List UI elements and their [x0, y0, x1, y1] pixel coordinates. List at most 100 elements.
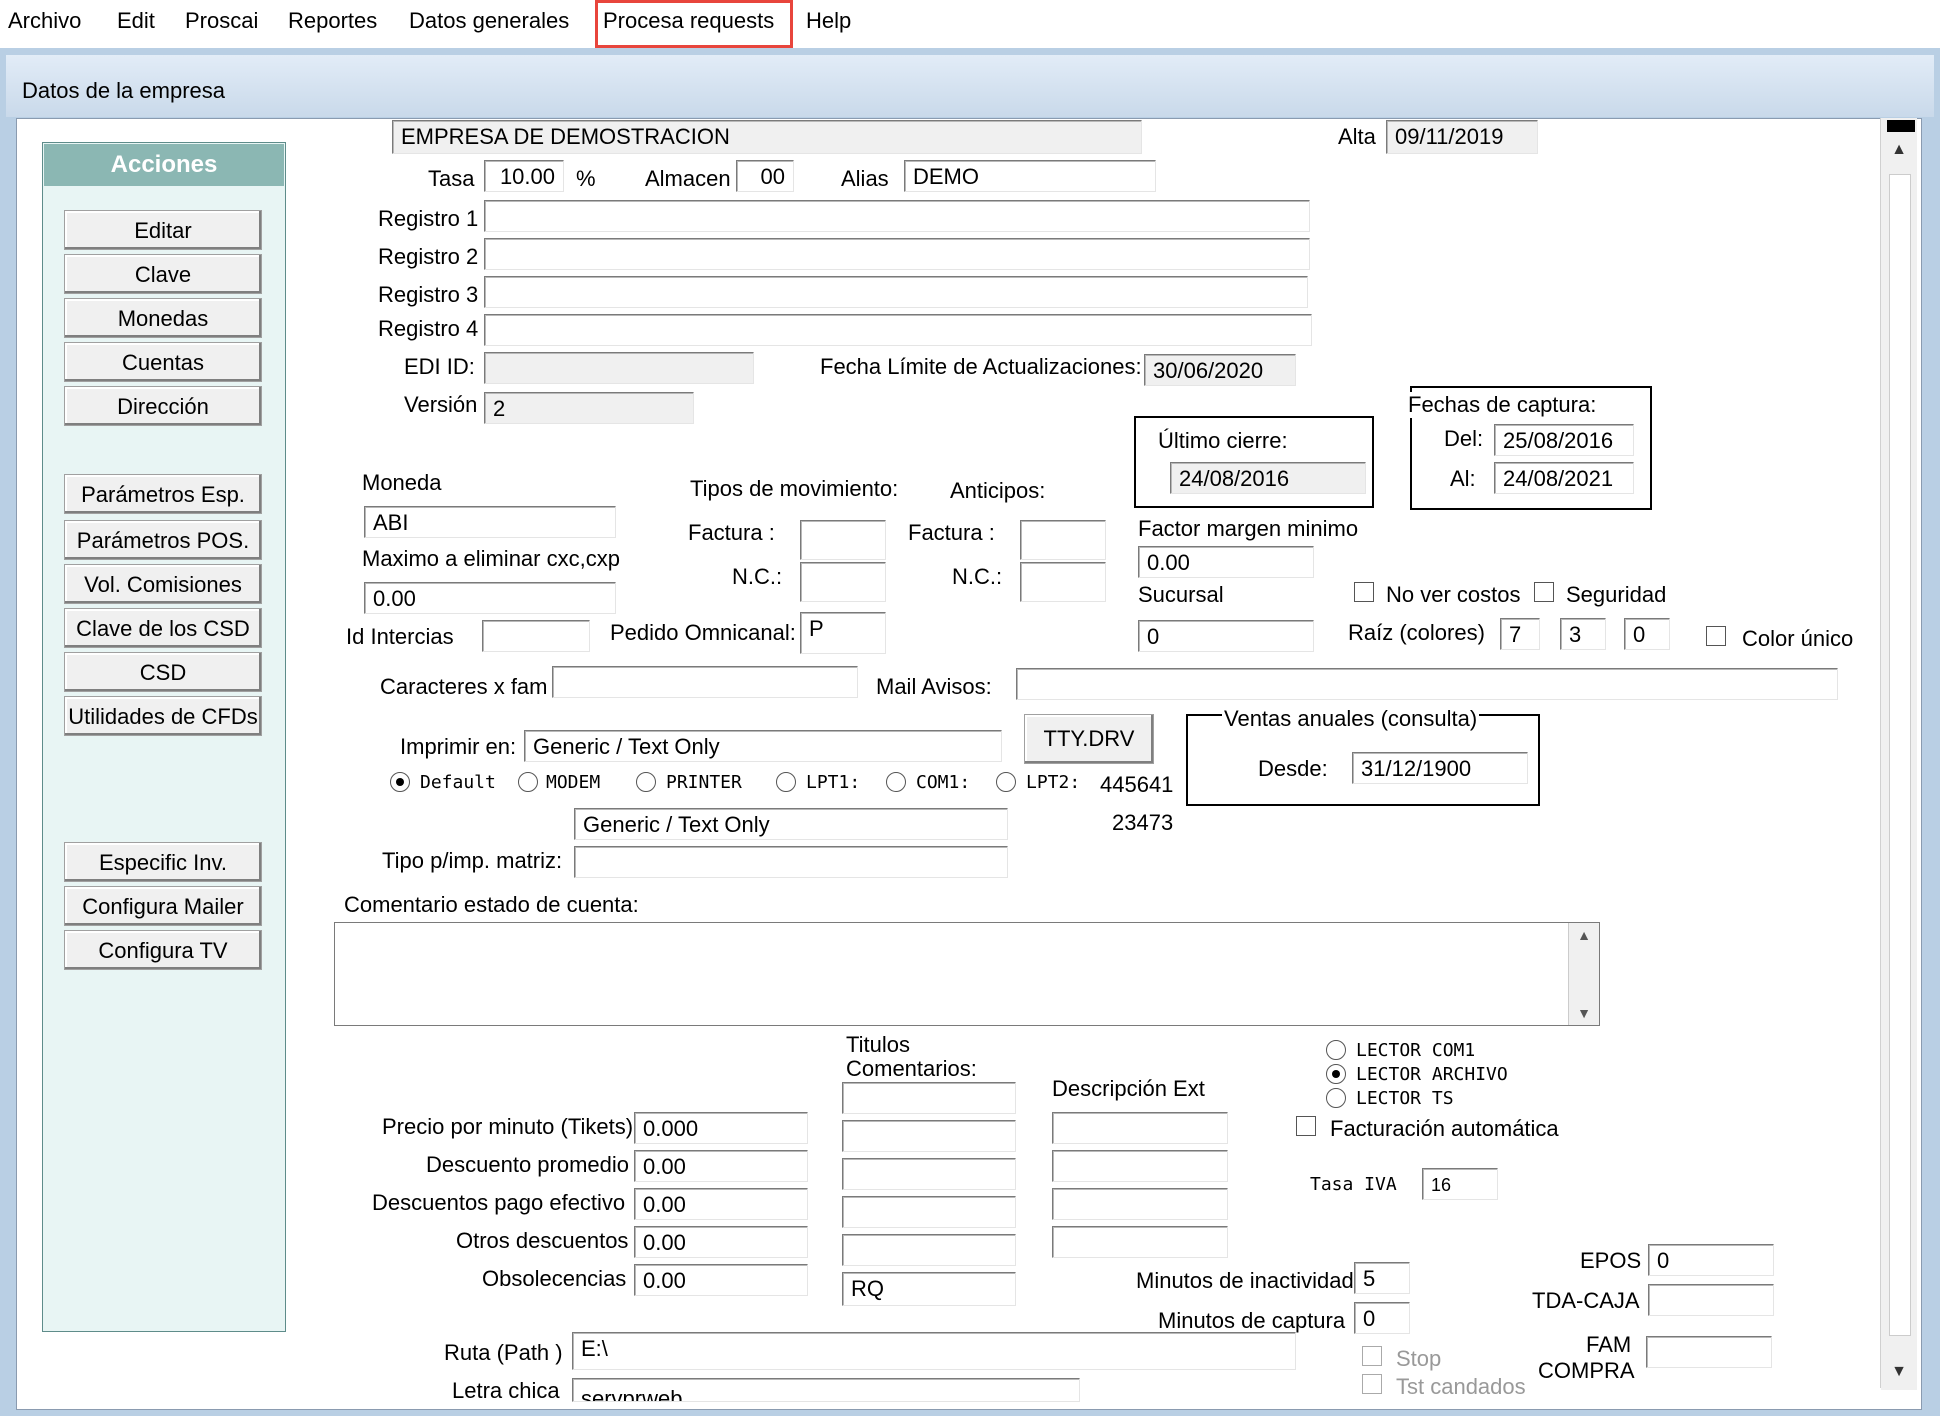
registro4-field[interactable] — [484, 314, 1312, 346]
titulo-field-1[interactable] — [842, 1082, 1016, 1114]
tty-drv-button[interactable]: TTY.DRV — [1024, 714, 1154, 764]
nc-field[interactable] — [800, 562, 886, 602]
titulo-field-2[interactable] — [842, 1120, 1016, 1152]
menu-help[interactable]: Help — [806, 8, 851, 34]
registro1-field[interactable] — [484, 200, 1310, 232]
raiz3-field[interactable]: 0 — [1624, 618, 1670, 650]
tst-candados-checkbox[interactable] — [1362, 1374, 1382, 1394]
empresa-field[interactable]: EMPRESA DE DEMOSTRACION — [392, 120, 1142, 154]
registro3-field[interactable] — [484, 276, 1308, 308]
csd-button[interactable]: CSD — [64, 652, 262, 692]
radio-modem[interactable] — [518, 772, 538, 792]
cuentas-button[interactable]: Cuentas — [64, 342, 262, 382]
ultimo-cierre-field[interactable]: 24/08/2016 — [1170, 462, 1366, 494]
descripcion-field-1[interactable] — [1052, 1112, 1228, 1144]
version-field[interactable]: 2 — [484, 392, 694, 424]
radio-lpt2[interactable] — [996, 772, 1016, 792]
rq-field[interactable]: RQ — [842, 1272, 1016, 1306]
tasa-iva-field[interactable]: 16 — [1422, 1168, 1498, 1200]
desde-field[interactable]: 31/12/1900 — [1352, 752, 1528, 784]
min-captura-field[interactable]: 0 — [1354, 1302, 1410, 1334]
fam-compra-field[interactable] — [1646, 1336, 1772, 1368]
radio-lector-com1[interactable] — [1326, 1040, 1346, 1060]
descripcion-field-3[interactable] — [1052, 1188, 1228, 1220]
menu-proscai[interactable]: Proscai — [185, 8, 258, 34]
comentario-textarea[interactable]: ▲ ▼ — [334, 922, 1600, 1026]
edi-field[interactable] — [484, 352, 754, 384]
pedido-field[interactable]: P — [800, 612, 886, 654]
titulo-field-5[interactable] — [842, 1234, 1016, 1266]
scroll-thumb[interactable] — [1889, 174, 1911, 1336]
vertical-scrollbar[interactable]: ▲ ▼ — [1880, 118, 1917, 1390]
menu-datos-generales[interactable]: Datos generales — [409, 8, 569, 34]
direccion-button[interactable]: Dirección — [64, 386, 262, 426]
seguridad-checkbox[interactable] — [1534, 582, 1554, 602]
del-field[interactable]: 25/08/2016 — [1494, 424, 1634, 456]
desc-pago-field[interactable]: 0.00 — [634, 1188, 808, 1220]
facturacion-checkbox[interactable] — [1296, 1116, 1316, 1136]
raiz2-field[interactable]: 3 — [1560, 618, 1606, 650]
comentario-scroll-down-icon[interactable]: ▼ — [1569, 1005, 1599, 1021]
maximo-field[interactable]: 0.00 — [364, 582, 616, 614]
vol-comisiones-button[interactable]: Vol. Comisiones — [64, 564, 262, 604]
especific-inv-button[interactable]: Especific Inv. — [64, 842, 262, 882]
radio-com1[interactable] — [886, 772, 906, 792]
monedas-button[interactable]: Monedas — [64, 298, 262, 338]
caracteres-field[interactable] — [552, 666, 858, 698]
radio-lector-archivo[interactable] — [1326, 1064, 1346, 1084]
clave-csd-button[interactable]: Clave de los CSD — [64, 608, 262, 648]
otros-field[interactable]: 0.00 — [634, 1226, 808, 1258]
descripcion-field-4[interactable] — [1052, 1226, 1228, 1258]
alias-field[interactable]: DEMO — [904, 160, 1156, 192]
factura-field[interactable] — [800, 520, 886, 560]
radio-lpt1[interactable] — [776, 772, 796, 792]
matriz-printer-field[interactable]: Generic / Text Only — [574, 808, 1008, 840]
tasa-field[interactable]: 10.00 — [484, 160, 564, 192]
radio-printer[interactable] — [636, 772, 656, 792]
parametros-pos-button[interactable]: Parámetros POS. — [64, 520, 262, 560]
moneda-field[interactable]: ABI — [364, 506, 616, 538]
parametros-esp-button[interactable]: Parámetros Esp. — [64, 474, 262, 514]
descripcion-field-2[interactable] — [1052, 1150, 1228, 1182]
clave-button[interactable]: Clave — [64, 254, 262, 294]
almacen-field[interactable]: 00 — [736, 160, 794, 192]
titulo-field-3[interactable] — [842, 1158, 1016, 1190]
imprimir-field[interactable]: Generic / Text Only — [524, 730, 1002, 762]
menu-reportes[interactable]: Reportes — [288, 8, 377, 34]
titulo-field-4[interactable] — [842, 1196, 1016, 1228]
letra-field[interactable]: servprweb — [572, 1378, 1080, 1402]
mail-field[interactable] — [1016, 668, 1838, 700]
radio-lector-ts[interactable] — [1326, 1088, 1346, 1108]
obsol-field[interactable]: 0.00 — [634, 1264, 808, 1296]
sucursal-field[interactable]: 0 — [1138, 620, 1314, 652]
al-field[interactable]: 24/08/2021 — [1494, 462, 1634, 494]
desc-prom-field[interactable]: 0.00 — [634, 1150, 808, 1182]
comentario-scroll-up-icon[interactable]: ▲ — [1569, 927, 1599, 943]
anticipo-factura-field[interactable] — [1020, 520, 1106, 560]
alta-field[interactable]: 09/11/2019 — [1386, 120, 1538, 154]
menu-archivo[interactable]: Archivo — [8, 8, 81, 34]
tipo-matriz-field[interactable] — [574, 846, 1008, 878]
tda-field[interactable] — [1648, 1284, 1774, 1316]
factor-field[interactable]: 0.00 — [1138, 546, 1314, 578]
scroll-up-icon[interactable]: ▲ — [1881, 132, 1917, 168]
stop-checkbox[interactable] — [1362, 1346, 1382, 1366]
color-unico-checkbox[interactable] — [1706, 626, 1726, 646]
radio-default[interactable] — [390, 772, 410, 792]
configura-tv-button[interactable]: Configura TV — [64, 930, 262, 970]
fecha-limite-field[interactable]: 30/06/2020 — [1144, 354, 1296, 386]
ruta-field[interactable]: E:\ — [572, 1332, 1296, 1370]
min-inact-field[interactable]: 5 — [1354, 1262, 1410, 1294]
configura-mailer-button[interactable]: Configura Mailer — [64, 886, 262, 926]
menu-edit[interactable]: Edit — [117, 8, 155, 34]
registro2-field[interactable] — [484, 238, 1310, 270]
anticipo-nc-field[interactable] — [1020, 562, 1106, 602]
comentario-scrollbar[interactable]: ▲ ▼ — [1568, 923, 1599, 1025]
editar-button[interactable]: Editar — [64, 210, 262, 250]
precio-field[interactable]: 0.000 — [634, 1112, 808, 1144]
scroll-down-icon[interactable]: ▼ — [1881, 1354, 1917, 1390]
no-ver-costos-checkbox[interactable] — [1354, 582, 1374, 602]
raiz1-field[interactable]: 7 — [1500, 618, 1540, 650]
epos-field[interactable]: 0 — [1648, 1244, 1774, 1276]
id-intercias-field[interactable] — [482, 620, 590, 652]
